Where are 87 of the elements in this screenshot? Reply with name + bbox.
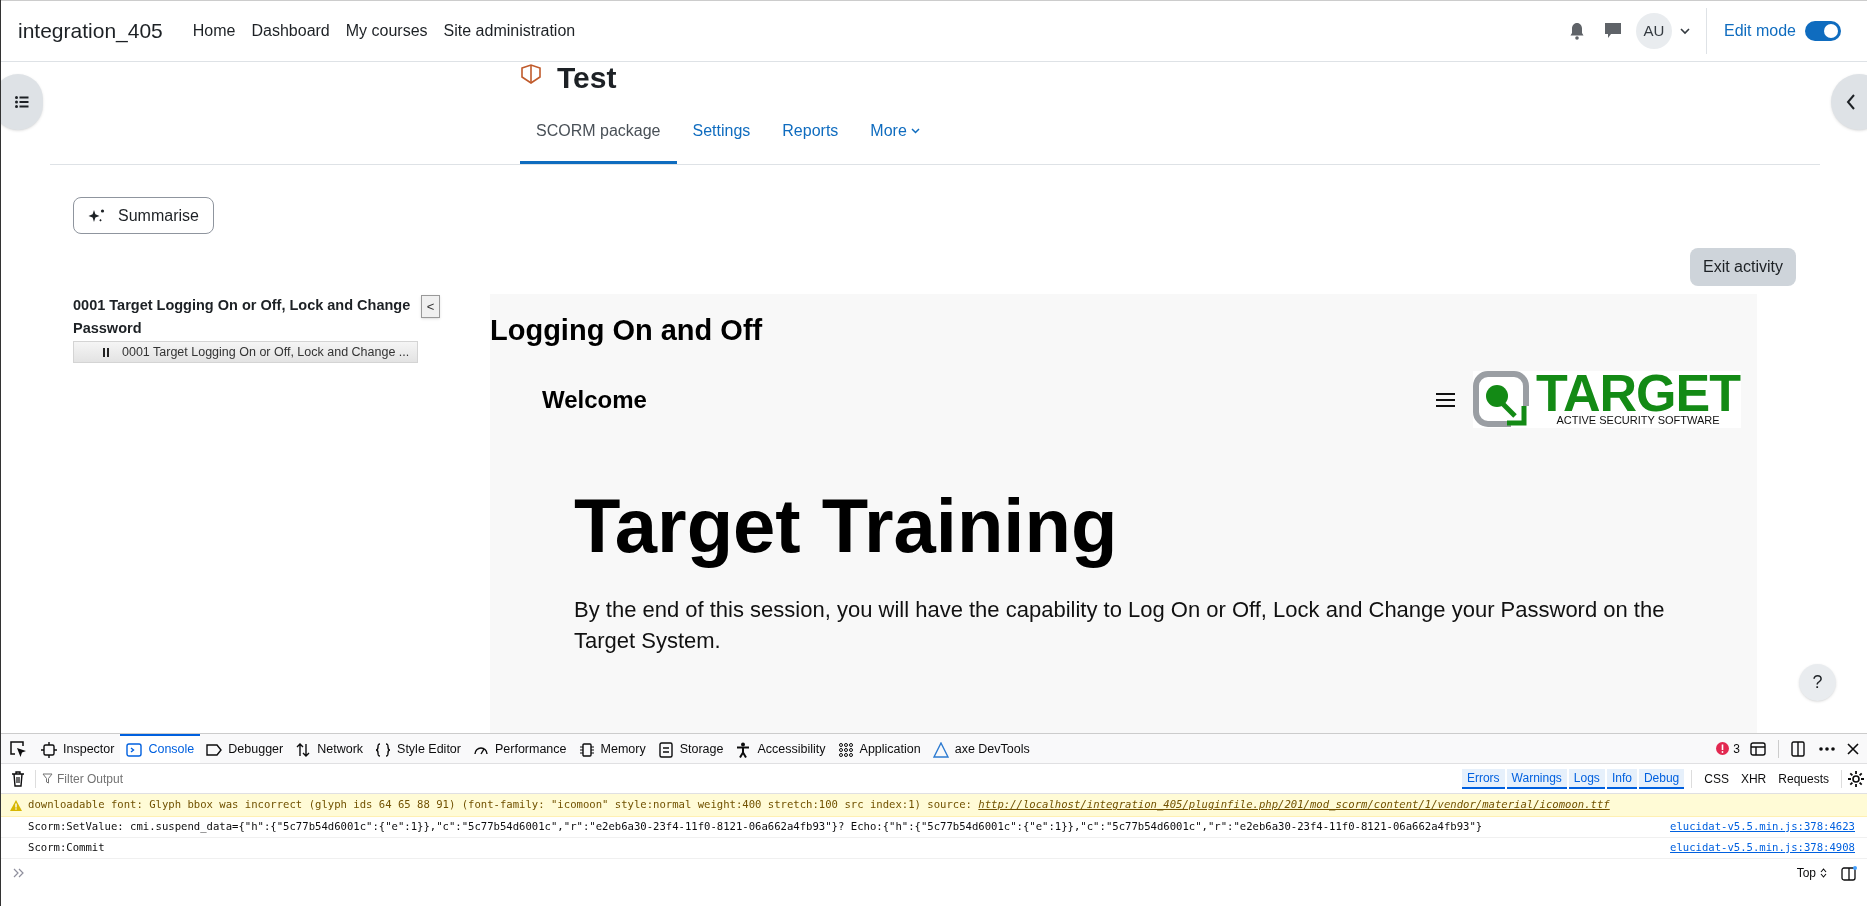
toc-item[interactable]: 0001 Target Logging On or Off, Lock and Change ... bbox=[73, 341, 419, 363]
list-icon bbox=[15, 96, 29, 108]
toc-title: 0001 Target Logging On or Off, Lock and Change Password bbox=[73, 296, 412, 338]
devtools-tab[interactable]: Inspector bbox=[35, 734, 121, 763]
filter-toggle[interactable]: CSS bbox=[1699, 768, 1734, 789]
braces-icon bbox=[375, 741, 392, 758]
pause-icon bbox=[103, 347, 109, 357]
person-icon bbox=[735, 741, 752, 758]
caret-icon bbox=[910, 127, 920, 134]
filter-toggle[interactable]: Requests bbox=[1773, 768, 1834, 789]
devtools-tab[interactable]: Network bbox=[289, 734, 370, 763]
devtools-tab[interactable]: Storage bbox=[651, 734, 730, 763]
summarise-button[interactable]: Summarise bbox=[73, 197, 214, 234]
error-icon bbox=[1716, 742, 1730, 755]
storage-icon bbox=[657, 741, 674, 758]
devtools-tab[interactable]: Style Editor bbox=[369, 734, 467, 763]
dock-layout-icon[interactable] bbox=[1750, 741, 1766, 756]
filter-toggle[interactable]: Logs bbox=[1568, 768, 1605, 789]
devtools-tab[interactable]: Performance bbox=[466, 734, 573, 763]
pick-element-icon[interactable] bbox=[9, 739, 27, 758]
close-icon[interactable] bbox=[1847, 742, 1859, 755]
devtools-tab[interactable]: Console bbox=[120, 734, 201, 763]
grid-icon bbox=[837, 741, 854, 758]
tag-icon bbox=[206, 741, 223, 758]
tab[interactable]: More bbox=[854, 100, 936, 164]
log-message: Scorm:SetValue: cmi.suspend_data={"h":{"5c77b54d6001c":{"e":1}},"c":"5c77b54d6001c","r":"e2eb6a30-23f4-11f0-8121-06a662a4fb93"}? Echo:{"h":{"5c77b54d6001c":{"e":1}},"c":"5c77b54d6001c","r":"e2eb6a30-23f4-11f0-8121-06a662a4fb93"} bbox=[28, 819, 1483, 835]
user-avatar[interactable]: AU bbox=[1635, 13, 1672, 49]
nav-link[interactable]: Home bbox=[184, 19, 244, 43]
content-heading: Logging On and Off bbox=[490, 313, 764, 348]
collapse-button[interactable]: < bbox=[421, 295, 440, 318]
filter-toggle[interactable]: Debug bbox=[1638, 768, 1685, 789]
page-title: Test bbox=[557, 62, 617, 96]
source-link[interactable]: elucidat-v5.5.min.js:378:4908 bbox=[1670, 840, 1855, 856]
logo-tagline: ACTIVE SECURITY SOFTWARE bbox=[1556, 414, 1720, 427]
nav-link[interactable]: Site administration bbox=[435, 19, 584, 43]
intro-paragraph: By the end of this session, you will have the capability to Log On or Off, Lock and Change your Password on the Target System. bbox=[574, 596, 1666, 655]
welcome-heading: Welcome bbox=[542, 384, 647, 415]
context-selector[interactable]: Top bbox=[1796, 864, 1827, 882]
tab[interactable]: SCORM package bbox=[520, 100, 677, 164]
console-icon bbox=[126, 741, 143, 758]
more-icon[interactable] bbox=[1819, 746, 1835, 751]
log-message: Scorm:Commit bbox=[28, 840, 105, 856]
updown-icon bbox=[1820, 868, 1827, 878]
exit-activity-button[interactable]: Exit activity bbox=[1690, 248, 1796, 286]
filter-toggle[interactable]: XHR bbox=[1735, 768, 1772, 789]
warning-message: downloadable font: Glyph bbox was incorrect (glyph ids 64 65 88 91) (font-family: "icomoon" style:normal weight:400 stretch:100 src index:1) source: http://localhost/integration_405/pluginfile.php/201/mod_scorm/content/1/vendor/material/icomoon.ttf bbox=[28, 797, 1610, 813]
bell-icon[interactable] bbox=[1568, 22, 1585, 40]
devtools-tab[interactable]: axe DevTools bbox=[926, 734, 1036, 763]
chevron-left-icon bbox=[1846, 94, 1856, 110]
caret-icon[interactable] bbox=[1679, 27, 1690, 35]
arrows-icon bbox=[295, 741, 312, 758]
help-button[interactable]: ? bbox=[1799, 664, 1836, 701]
filter-toggle[interactable]: Warnings bbox=[1506, 768, 1567, 789]
logo-wordmark: TARGET bbox=[1536, 372, 1740, 414]
devtools-tab[interactable]: Application bbox=[831, 734, 927, 763]
package-icon bbox=[520, 64, 542, 84]
trash-icon[interactable] bbox=[11, 770, 25, 787]
drawer-button[interactable] bbox=[1, 74, 43, 130]
nav-link[interactable]: My courses bbox=[337, 19, 436, 43]
devtools-tab[interactable]: Memory bbox=[572, 734, 652, 763]
devtools-tab[interactable]: Accessibility bbox=[729, 734, 832, 763]
filter-toggle[interactable]: Errors bbox=[1461, 768, 1505, 789]
training-title: Target Training bbox=[574, 482, 1119, 570]
settings-icon[interactable] bbox=[1848, 770, 1864, 787]
site-name[interactable]: integration_405 bbox=[18, 15, 163, 47]
frame-icon bbox=[41, 741, 57, 758]
menu-icon[interactable] bbox=[1436, 392, 1456, 407]
edit-mode-label: Edit mode bbox=[1723, 21, 1796, 41]
source-link[interactable]: http://localhost/integration_405/pluginfile.php/201/mod_scorm/content/1/vendor/material/icomoon.ttf bbox=[978, 798, 1610, 811]
filter-field[interactable]: Filter Output bbox=[57, 769, 1442, 788]
triangle-icon bbox=[932, 741, 949, 758]
filter-toggle[interactable]: Info bbox=[1606, 768, 1637, 789]
chip-icon bbox=[578, 741, 595, 758]
filter-icon bbox=[42, 773, 53, 784]
error-count: 3 bbox=[1733, 740, 1740, 758]
edit-mode-toggle[interactable] bbox=[1805, 21, 1841, 41]
devtools-tab[interactable]: Debugger bbox=[200, 734, 290, 763]
tab[interactable]: Settings bbox=[676, 100, 767, 164]
chat-icon[interactable] bbox=[1603, 22, 1622, 40]
responsive-icon[interactable] bbox=[1791, 740, 1805, 757]
chevrons-right-icon[interactable] bbox=[13, 868, 25, 878]
nav-link[interactable]: Dashboard bbox=[243, 19, 338, 43]
warning-icon bbox=[10, 799, 22, 811]
sparkle-icon bbox=[88, 207, 106, 224]
source-link[interactable]: elucidat-v5.5.min.js:378:4623 bbox=[1670, 819, 1855, 835]
sidebar-icon[interactable] bbox=[1841, 865, 1857, 881]
tab[interactable]: Reports bbox=[766, 100, 855, 164]
